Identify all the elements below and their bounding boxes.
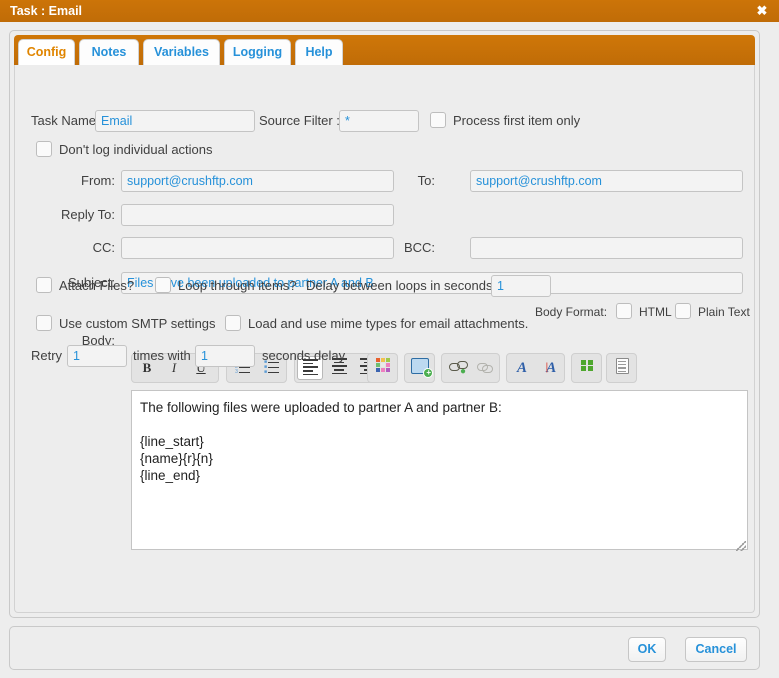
remove-link-icon[interactable]: [472, 356, 498, 380]
dialog-title: Task : Email: [10, 4, 83, 18]
body-textarea[interactable]: The following files were uploaded to par…: [131, 390, 748, 550]
background-color-icon[interactable]: |A: [537, 356, 563, 380]
reply-to-label: Reply To:: [61, 207, 115, 222]
cancel-button[interactable]: Cancel: [685, 637, 747, 662]
font-color-icon[interactable]: A: [509, 356, 535, 380]
process-first-item-label: Process first item only: [453, 113, 581, 128]
body-resize-handle[interactable]: [736, 541, 746, 551]
color-group: [367, 353, 398, 383]
mime-types-label: Load and use mime types for email attach…: [248, 316, 529, 331]
tab-strip: Config Notes Variables Logging Help: [14, 35, 755, 66]
body-format-label: Body Format:: [535, 305, 608, 319]
cc-input[interactable]: [121, 237, 394, 259]
plain-text-format-label: Plain Text: [698, 305, 750, 319]
close-icon[interactable]: ✖: [754, 0, 770, 22]
task-email-dialog: Task : Email ✖ Config Notes Variables Lo…: [0, 0, 779, 678]
plain-text-format-checkbox[interactable]: [675, 303, 691, 319]
variable-group: [571, 353, 602, 383]
retry-mid-label: times with: [133, 348, 191, 363]
insert-variable-icon[interactable]: [574, 356, 600, 380]
attach-files-label: Attach Files?: [59, 278, 135, 293]
insert-image-icon[interactable]: +: [407, 356, 433, 380]
source-filter-input[interactable]: [339, 110, 419, 132]
source-filter-label: Source Filter :: [259, 113, 340, 128]
bcc-label: BCC:: [403, 240, 435, 255]
retry-delay-input[interactable]: [195, 345, 255, 367]
delay-between-loops-label: Delay between loops in seconds:: [306, 278, 497, 293]
dialog-titlebar: Task : Email ✖: [0, 0, 779, 22]
tab-help[interactable]: Help: [295, 39, 343, 65]
loop-through-items-label: Loop through items?: [178, 278, 297, 293]
tab-config[interactable]: Config: [18, 39, 75, 66]
mime-types-checkbox[interactable]: [225, 315, 241, 331]
bcc-input[interactable]: [470, 237, 743, 259]
image-group: +: [404, 353, 435, 383]
font-color-group: A |A: [506, 353, 565, 383]
retry-times-input[interactable]: [67, 345, 127, 367]
source-view-icon[interactable]: [609, 356, 635, 380]
color-palette-icon[interactable]: [370, 356, 396, 380]
html-format-label: HTML: [639, 305, 672, 319]
tab-notes[interactable]: Notes: [79, 39, 139, 65]
insert-link-icon[interactable]: ●: [444, 356, 470, 380]
source-group: [606, 353, 637, 383]
from-input[interactable]: [121, 170, 394, 192]
body-editor: B I U 1 2 3: [131, 353, 748, 553]
tab-variables[interactable]: Variables: [143, 39, 220, 65]
retry-suffix-label: seconds delay.: [262, 348, 348, 363]
reply-to-input[interactable]: [121, 204, 394, 226]
link-group: ●: [441, 353, 500, 383]
dialog-footer: OK Cancel: [9, 626, 760, 670]
cc-label: CC:: [92, 240, 115, 255]
attach-files-checkbox[interactable]: [36, 277, 52, 293]
tab-logging[interactable]: Logging: [224, 39, 291, 65]
to-label: To:: [417, 173, 435, 188]
retry-prefix-label: Retry: [31, 348, 63, 363]
custom-smtp-label: Use custom SMTP settings: [59, 316, 216, 331]
config-tab-content: Task Name: Source Filter : Process first…: [14, 65, 755, 613]
delay-between-loops-input[interactable]: [491, 275, 551, 297]
to-input[interactable]: [470, 170, 743, 192]
loop-through-items-checkbox[interactable]: [155, 277, 171, 293]
task-name-input[interactable]: [95, 110, 255, 132]
process-first-item-checkbox[interactable]: [430, 112, 446, 128]
custom-smtp-checkbox[interactable]: [36, 315, 52, 331]
tab-panel: Config Notes Variables Logging Help Task…: [9, 30, 760, 618]
task-name-label: Task Name:: [31, 113, 100, 128]
dont-log-actions-label: Don't log individual actions: [59, 142, 213, 157]
html-format-checkbox[interactable]: [616, 303, 632, 319]
from-label: From:: [81, 173, 115, 188]
ok-button[interactable]: OK: [628, 637, 666, 662]
dont-log-actions-checkbox[interactable]: [36, 141, 52, 157]
